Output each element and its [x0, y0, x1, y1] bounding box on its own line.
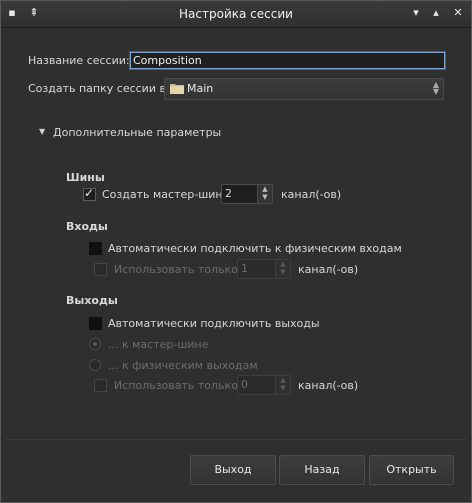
- close-icon[interactable]: ✕: [451, 6, 465, 20]
- create-master-bus-checkbox[interactable]: [83, 186, 96, 201]
- spin-arrows-icon[interactable]: ▲ ▼: [257, 185, 272, 203]
- chevron-updown-icon: ▲ ▼: [432, 80, 439, 96]
- auto-connect-outputs-checkbox[interactable]: [89, 317, 102, 330]
- outputs-channels-spin[interactable]: 0 ▲ ▼: [237, 375, 291, 395]
- session-folder-select[interactable]: Main ▲ ▼: [164, 78, 444, 100]
- titlebar: ▪ ⇞ Настройка сессии ▾ ▴ ✕: [1, 1, 471, 28]
- connect-to-master-label: ... к мастер-шине: [108, 338, 209, 351]
- button-separator: [6, 439, 466, 440]
- auto-connect-inputs-checkbox[interactable]: [89, 242, 102, 255]
- master-bus-channels-spin[interactable]: 2 ▲ ▼: [221, 184, 273, 204]
- session-folder-label: Создать папку сессии в:: [28, 82, 170, 95]
- session-name-label: Название сессии:: [28, 54, 130, 67]
- minimize-icon[interactable]: ▾: [409, 6, 423, 20]
- outputs-use-only-checkbox[interactable]: [94, 379, 107, 392]
- session-setup-dialog: ▪ ⇞ Настройка сессии ▾ ▴ ✕ Название сесс…: [0, 0, 472, 503]
- master-bus-channels-unit: канал(-ов): [281, 188, 342, 201]
- busses-heading: Шины: [66, 171, 105, 184]
- outputs-heading: Выходы: [66, 294, 118, 307]
- connect-to-physical-radio[interactable]: [89, 359, 101, 371]
- inputs-use-only-checkbox[interactable]: [94, 263, 107, 276]
- connect-to-master-radio[interactable]: [89, 338, 101, 350]
- spin-arrows-icon[interactable]: ▲ ▼: [275, 376, 290, 394]
- spin-arrows-icon[interactable]: ▲ ▼: [275, 260, 290, 278]
- create-master-bus-label: Создать мастер-шину: [102, 188, 230, 201]
- auto-connect-inputs-label: Автоматически подключить к физическим вх…: [108, 242, 402, 255]
- session-folder-value: Main: [187, 82, 214, 95]
- session-name-input[interactable]: Composition: [129, 51, 446, 70]
- back-button[interactable]: Назад: [279, 455, 365, 485]
- master-bus-channels-value: 2: [225, 187, 232, 200]
- inputs-channels-spin[interactable]: 1 ▲ ▼: [237, 259, 291, 279]
- inputs-use-only-label: Использовать только: [114, 263, 238, 276]
- advanced-options-expander[interactable]: Дополнительные параметры: [53, 126, 221, 139]
- open-button[interactable]: Открыть: [369, 455, 454, 485]
- inputs-channels-value: 1: [241, 262, 248, 275]
- outputs-use-only-label: Использовать только: [114, 379, 238, 392]
- connect-to-physical-label: ... к физическим выходам: [108, 359, 258, 372]
- inputs-channels-unit: канал(-ов): [298, 263, 359, 276]
- quit-button[interactable]: Выход: [190, 455, 276, 485]
- expander-arrow-icon[interactable]: ▼: [39, 127, 45, 136]
- outputs-channels-value: 0: [241, 378, 248, 391]
- inputs-heading: Входы: [66, 220, 108, 233]
- folder-icon: [170, 84, 184, 94]
- window-title: Настройка сессии: [179, 7, 293, 21]
- outputs-channels-unit: канал(-ов): [298, 379, 359, 392]
- maximize-icon[interactable]: ▴: [429, 6, 443, 20]
- auto-connect-outputs-label: Автоматически подключить выходы: [108, 317, 320, 330]
